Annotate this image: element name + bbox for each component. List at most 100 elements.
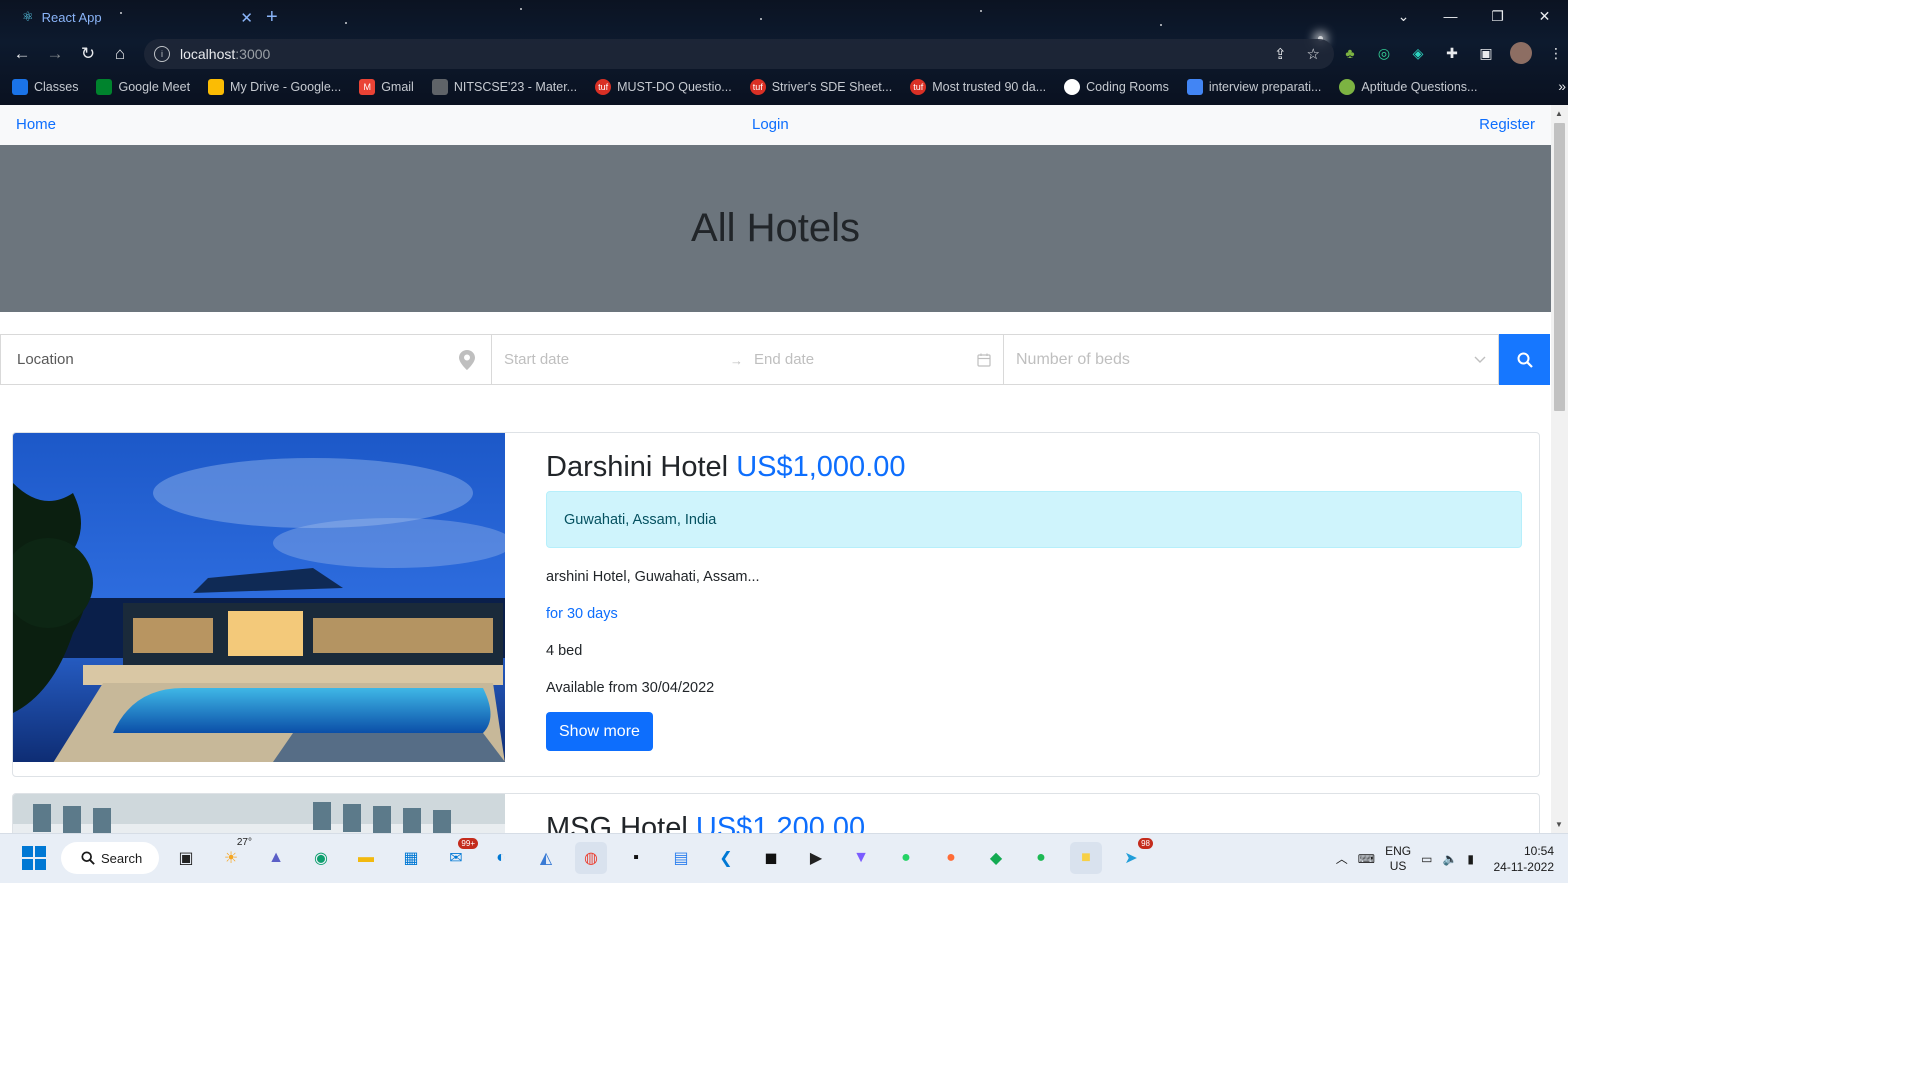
mail-icon[interactable]: ✉ 99+	[440, 838, 478, 874]
menu-kebab-icon[interactable]: ⋮	[1546, 43, 1566, 63]
search-icon	[81, 851, 95, 865]
target-extension-icon[interactable]: ◎	[1374, 43, 1394, 63]
date-range-picker[interactable]: Start date → End date	[492, 334, 1004, 385]
bookmark-item[interactable]: Coding Rooms	[1064, 79, 1169, 95]
language-indicator[interactable]: ENG US	[1385, 844, 1411, 874]
photos-icon[interactable]: ◭	[530, 842, 562, 874]
location-extension-icon[interactable]: ◈	[1408, 43, 1428, 63]
battery-icon[interactable]: ▮	[1467, 852, 1474, 866]
bookmark-item[interactable]: My Drive - Google...	[208, 79, 341, 95]
sticky-notes-icon[interactable]: ■	[1070, 842, 1102, 874]
bookmark-item[interactable]: NITSCSE'23 - Mater...	[431, 79, 577, 95]
tuf-icon: tuf	[595, 79, 612, 95]
profile-avatar[interactable]	[1510, 42, 1532, 64]
hotel-image[interactable]	[13, 433, 505, 762]
notepad-icon[interactable]: ▤	[665, 842, 697, 874]
end-date-input[interactable]: End date	[754, 351, 814, 368]
page-scrollbar[interactable]: ▲ ▼	[1551, 105, 1568, 833]
network-icon[interactable]: ▭	[1421, 852, 1432, 866]
address-bar[interactable]: i localhost:3000 ⇪ ☆	[144, 39, 1334, 69]
mongodb-icon[interactable]: ◆	[980, 842, 1012, 874]
side-panel-icon[interactable]: ▣	[1476, 43, 1496, 63]
bookmarks-overflow-icon[interactable]: »	[1558, 78, 1566, 94]
site-info-icon[interactable]: i	[154, 46, 170, 62]
edge-icon[interactable]: ◉	[305, 842, 337, 874]
terminal-icon[interactable]: ▪	[620, 842, 652, 874]
pycharm-icon[interactable]: ◼	[755, 842, 787, 874]
extensions-area: ♣ ◎ ◈ ✚ ▣ ⋮	[1340, 42, 1566, 64]
bookmark-item[interactable]: Classes	[12, 79, 78, 95]
hotel-location: Guwahati, Assam, India	[564, 511, 717, 528]
bookmark-item[interactable]: Google Meet	[96, 79, 190, 95]
search-button[interactable]	[1499, 334, 1550, 385]
beds-select[interactable]: Number of beds	[1004, 334, 1499, 385]
new-tab-button[interactable]: +	[266, 6, 278, 29]
meet-icon	[96, 79, 113, 95]
back-icon[interactable]: ←	[10, 42, 34, 66]
vscode-icon[interactable]: ❮	[710, 842, 742, 874]
hotel-location-alert: Guwahati, Assam, India	[546, 491, 1522, 548]
star-decoration	[1160, 24, 1162, 26]
page-viewport: Home Login Register All Hotels Location …	[0, 105, 1551, 833]
restore-button[interactable]: ❐	[1474, 0, 1521, 34]
spotify-icon[interactable]: ●	[1025, 842, 1057, 874]
postman-icon[interactable]: ●	[935, 842, 967, 874]
scrollbar-thumb[interactable]	[1554, 123, 1565, 411]
teams-chat-icon[interactable]: ▲	[260, 842, 292, 874]
browser-tab[interactable]: ⚛ React App ✕	[10, 0, 267, 34]
file-explorer-icon[interactable]: ▬	[350, 842, 382, 874]
start-date-input[interactable]: Start date	[504, 351, 569, 368]
hotel-price: US$1,000.00	[736, 451, 906, 483]
taskbar-search[interactable]: Search	[61, 842, 159, 874]
bookmark-item[interactable]: Aptitude Questions...	[1339, 79, 1477, 95]
chevron-up-icon[interactable]: ︿	[1336, 850, 1348, 867]
bookmark-item[interactable]: tuf MUST-DO Questio...	[595, 79, 732, 95]
browser-chrome: ⚛ React App ✕ + ⌄ — ❐ ✕ ← → ↻ ⌂ i localh…	[0, 0, 1568, 105]
close-window-button[interactable]: ✕	[1521, 0, 1568, 34]
window-controls: ⌄ — ❐ ✕	[1380, 0, 1568, 34]
vpn-icon[interactable]: ▼	[845, 842, 877, 874]
nav-home-link[interactable]: Home	[16, 116, 56, 133]
puzzle-extensions-icon[interactable]: ✚	[1442, 43, 1462, 63]
url-text[interactable]: localhost:3000	[180, 46, 270, 62]
weather-icon[interactable]: ☀ 27°	[215, 837, 252, 874]
task-view-icon[interactable]: ▣	[170, 842, 202, 874]
bookmark-item[interactable]: tuf Striver's SDE Sheet...	[749, 79, 892, 95]
close-tab-icon[interactable]: ✕	[240, 9, 253, 27]
minimize-button[interactable]: —	[1427, 0, 1474, 34]
windows-start-icon[interactable]	[22, 846, 46, 870]
keyboard-icon[interactable]: ⌨	[1358, 852, 1375, 866]
scroll-up-icon[interactable]: ▲	[1555, 109, 1563, 118]
hotel-card: Darshini Hotel US$1,000.00 Guwahati, Ass…	[12, 432, 1540, 777]
bookmark-item[interactable]: tuf Most trusted 90 da...	[910, 79, 1046, 95]
coding-rooms-icon	[1064, 79, 1081, 95]
hotel-duration: for 30 days	[546, 606, 618, 622]
share-icon[interactable]: ⇪	[1274, 45, 1287, 63]
telegram-icon[interactable]: ➤ 98	[1115, 838, 1153, 874]
store-icon[interactable]: ▦	[395, 842, 427, 874]
volume-icon[interactable]: 🔈	[1442, 852, 1457, 866]
tree-extension-icon[interactable]: ♣	[1340, 43, 1360, 63]
chrome-icon[interactable]: ◍	[575, 842, 607, 874]
location-input[interactable]: Location	[0, 334, 492, 385]
reload-icon[interactable]: ↻	[76, 42, 100, 66]
tab-search-icon[interactable]: ⌄	[1380, 0, 1427, 34]
star-decoration	[345, 22, 347, 24]
clock[interactable]: 10:54 24-11-2022	[1484, 843, 1555, 875]
show-more-button[interactable]: Show more	[546, 712, 653, 751]
star-decoration	[980, 10, 982, 12]
nav-register-link[interactable]: Register	[1479, 116, 1535, 133]
bookmark-item[interactable]: interview preparati...	[1186, 79, 1321, 95]
hotel-price: US$1,200.00	[695, 812, 866, 833]
home-icon[interactable]: ⌂	[108, 42, 132, 66]
bookmark-star-icon[interactable]: ☆	[1307, 45, 1320, 63]
whatsapp-icon[interactable]: ●	[890, 842, 922, 874]
scroll-down-icon[interactable]: ▼	[1555, 820, 1563, 829]
forward-icon[interactable]: →	[43, 42, 67, 66]
hotel-image[interactable]	[13, 794, 505, 833]
hotel-beds: 4 bed	[546, 643, 583, 659]
media-player-icon[interactable]: ▶	[800, 842, 832, 874]
messenger-icon[interactable]: ◐	[485, 842, 517, 874]
nav-login-link[interactable]: Login	[752, 116, 789, 133]
bookmark-item[interactable]: M Gmail	[359, 79, 414, 95]
